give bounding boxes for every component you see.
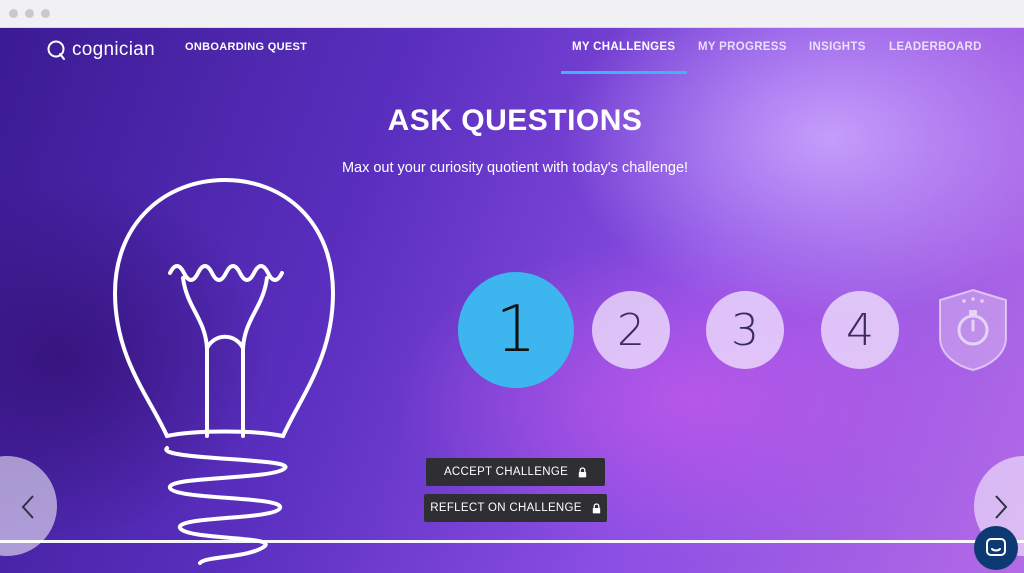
nav-my-challenges[interactable]: MY CHALLENGES xyxy=(572,41,675,53)
lock-icon xyxy=(592,502,600,513)
lock-icon xyxy=(578,466,587,477)
brand-name: cognician xyxy=(72,39,155,60)
step-4[interactable]: 4 xyxy=(821,291,899,369)
step-3[interactable]: 3 xyxy=(706,291,784,369)
nav-leaderboard[interactable]: LEADERBOARD xyxy=(889,41,982,53)
window-dot xyxy=(25,9,34,18)
challenge-badge-icon[interactable] xyxy=(936,288,1010,372)
chevron-right-icon xyxy=(995,495,1008,519)
timeline-line xyxy=(0,540,1024,543)
lightbulb-illustration xyxy=(113,178,335,565)
chat-launcher-button[interactable] xyxy=(974,526,1018,570)
reflect-on-challenge-button[interactable]: REFLECT ON CHALLENGE xyxy=(424,494,607,522)
quest-name[interactable]: ONBOARDING QUEST xyxy=(185,41,307,53)
brand-logo[interactable]: cognician xyxy=(46,39,155,61)
cognician-logo-icon xyxy=(47,40,65,60)
chevron-left-icon xyxy=(21,495,34,519)
step-2[interactable]: 2 xyxy=(592,291,670,369)
accept-challenge-button[interactable]: ACCEPT CHALLENGE xyxy=(426,458,605,486)
window-dot xyxy=(9,9,18,18)
accept-challenge-label: ACCEPT CHALLENGE xyxy=(443,466,569,478)
active-nav-indicator xyxy=(561,71,687,74)
nav-my-progress[interactable]: MY PROGRESS xyxy=(698,41,787,53)
browser-chrome xyxy=(0,0,1024,28)
reflect-on-challenge-label: REFLECT ON CHALLENGE xyxy=(430,502,582,514)
window-dot xyxy=(41,9,50,18)
chat-icon xyxy=(986,538,1006,556)
nav-insights[interactable]: INSIGHTS xyxy=(809,41,866,53)
challenge-stage: cognician ONBOARDING QUEST MY CHALLENGES… xyxy=(0,28,1024,573)
page-title: ASK QUESTIONS xyxy=(387,104,643,137)
step-1[interactable]: 1 xyxy=(458,272,574,388)
